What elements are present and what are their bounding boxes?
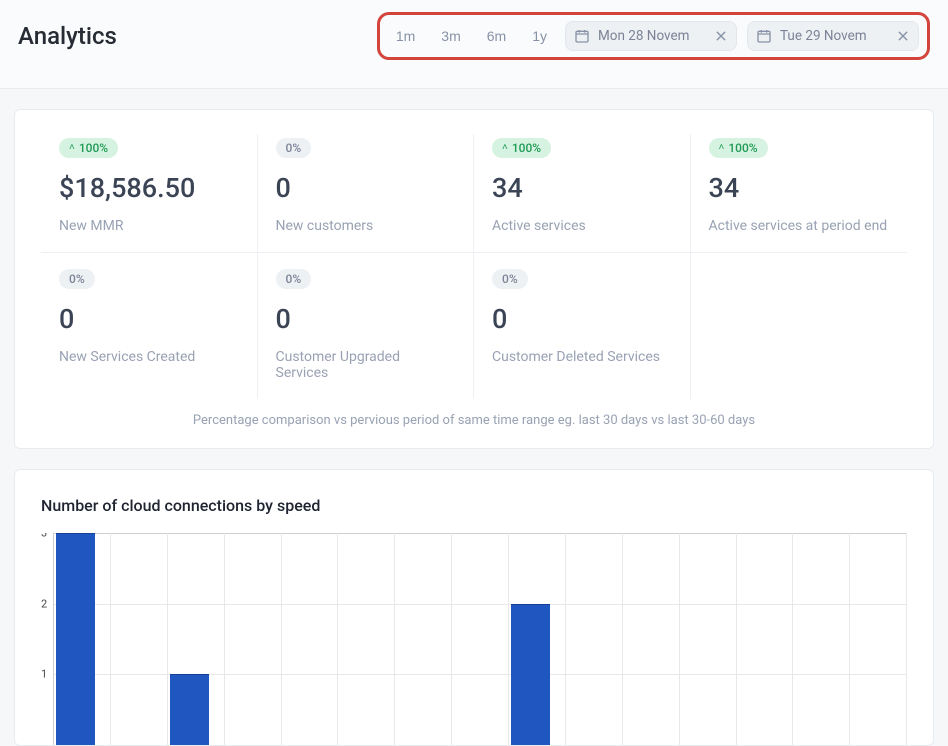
range-tab-6m[interactable]: 6m: [485, 22, 508, 50]
stats-card: ˄100%$18,586.50New MMR0%0New customers˄1…: [14, 109, 934, 449]
date-to-picker[interactable]: Tue 29 Novem: [747, 21, 919, 51]
y-tick-label: 1: [41, 668, 47, 681]
stat-value: $18,586.50: [59, 172, 239, 204]
date-range-toolbar: 1m 3m 6m 1y Mon 28 Novem Tue 29 Novem: [377, 12, 930, 60]
change-badge-text: 100%: [728, 141, 757, 155]
y-tick-label: 3: [41, 533, 47, 540]
bar-slot: [737, 533, 794, 745]
stat-cell: ˄ 100% $18,586.50 New MMR: [41, 134, 258, 253]
chart-y-axis: 3 2 1: [41, 533, 53, 745]
date-to-label: Tue 29 Novem: [780, 28, 888, 44]
change-badge: 0%: [492, 269, 528, 289]
change-badge: 0%: [276, 138, 312, 158]
bar-slot: [623, 533, 680, 745]
stats-footnote: Percentage comparison vs pervious period…: [15, 405, 933, 448]
stat-cell: ˄ 100% 34 Active services: [474, 134, 691, 253]
date-from-label: Mon 28 Novem: [598, 28, 706, 44]
change-badge-text: 0%: [502, 272, 518, 286]
stat-value: 0: [276, 303, 456, 335]
bar-slot: [395, 533, 452, 745]
bar: [170, 674, 209, 745]
bar-slot: [338, 533, 395, 745]
stat-value: 34: [709, 172, 890, 204]
stats-grid: ˄100%$18,586.50New MMR0%0New customers˄1…: [15, 110, 933, 405]
bar: [56, 533, 95, 745]
range-tab-1m[interactable]: 1m: [394, 22, 417, 50]
change-badge-text: 0%: [69, 272, 85, 286]
stat-label: New MMR: [59, 218, 239, 234]
bar-chart: 3 2 1: [41, 533, 907, 745]
caret-up-icon: ˄: [69, 143, 75, 153]
change-badge: 0%: [59, 269, 95, 289]
stat-cell: ˄100% 34 Active services at period end: [691, 134, 908, 253]
stat-label: Active services: [492, 218, 672, 234]
stat-cell: 0% 0 New Services Created: [41, 253, 258, 399]
stat-value: 0: [276, 172, 456, 204]
caret-up-icon: ˄: [502, 143, 508, 153]
stat-label: Active services at period end: [709, 218, 890, 234]
stat-cell-empty: [691, 253, 908, 399]
change-badge: ˄ 100%: [492, 138, 551, 158]
chart-plot: [53, 533, 907, 745]
stat-label: Customer Deleted Services: [492, 349, 672, 365]
calendar-icon: [574, 28, 590, 44]
bar-slot: [282, 533, 339, 745]
change-badge: ˄ 100%: [59, 138, 118, 158]
chart-title: Number of cloud connections by speed: [41, 496, 907, 515]
bar-slot: [111, 533, 168, 745]
bar-slot: [680, 533, 737, 745]
range-tab-3m[interactable]: 3m: [439, 22, 462, 50]
change-badge: 0%: [276, 269, 312, 289]
close-icon[interactable]: [714, 29, 728, 43]
change-badge-text: 100%: [79, 141, 108, 155]
change-badge: ˄100%: [709, 138, 768, 158]
date-from-picker[interactable]: Mon 28 Novem: [565, 21, 737, 51]
stat-value: 0: [492, 303, 672, 335]
bar-slot: [850, 533, 907, 745]
caret-up-icon: ˄: [719, 143, 725, 153]
change-badge-text: 100%: [512, 141, 541, 155]
stat-cell: 0% 0 Customer Deleted Services: [474, 253, 691, 399]
range-tab-1y[interactable]: 1y: [530, 22, 549, 50]
bar-slot: [566, 533, 623, 745]
stat-value: 34: [492, 172, 672, 204]
y-tick-label: 2: [41, 597, 47, 610]
chart-card: Number of cloud connections by speed 3 2 1: [14, 469, 934, 746]
topbar: Analytics 1m 3m 6m 1y Mon 28 Novem Tue 2…: [0, 0, 948, 89]
bar-slot: [225, 533, 282, 745]
close-icon[interactable]: [896, 29, 910, 43]
calendar-icon: [756, 28, 772, 44]
bar-slot: [509, 533, 566, 745]
stat-label: New customers: [276, 218, 456, 234]
change-badge-text: 0%: [286, 272, 302, 286]
stat-value: 0: [59, 303, 239, 335]
stat-label: Customer Upgraded Services: [276, 349, 456, 381]
bar-slot: [793, 533, 850, 745]
change-badge-text: 0%: [286, 141, 302, 155]
bar-slot: [168, 533, 225, 745]
bar-slot: [54, 533, 111, 745]
range-tabs: 1m 3m 6m 1y: [388, 22, 555, 50]
page-title: Analytics: [18, 22, 117, 50]
stat-cell: 0% 0 Customer Upgraded Services: [258, 253, 475, 399]
stat-label: New Services Created: [59, 349, 239, 365]
bar-slot: [452, 533, 509, 745]
stat-cell: 0% 0 New customers: [258, 134, 475, 253]
bar: [511, 604, 550, 745]
